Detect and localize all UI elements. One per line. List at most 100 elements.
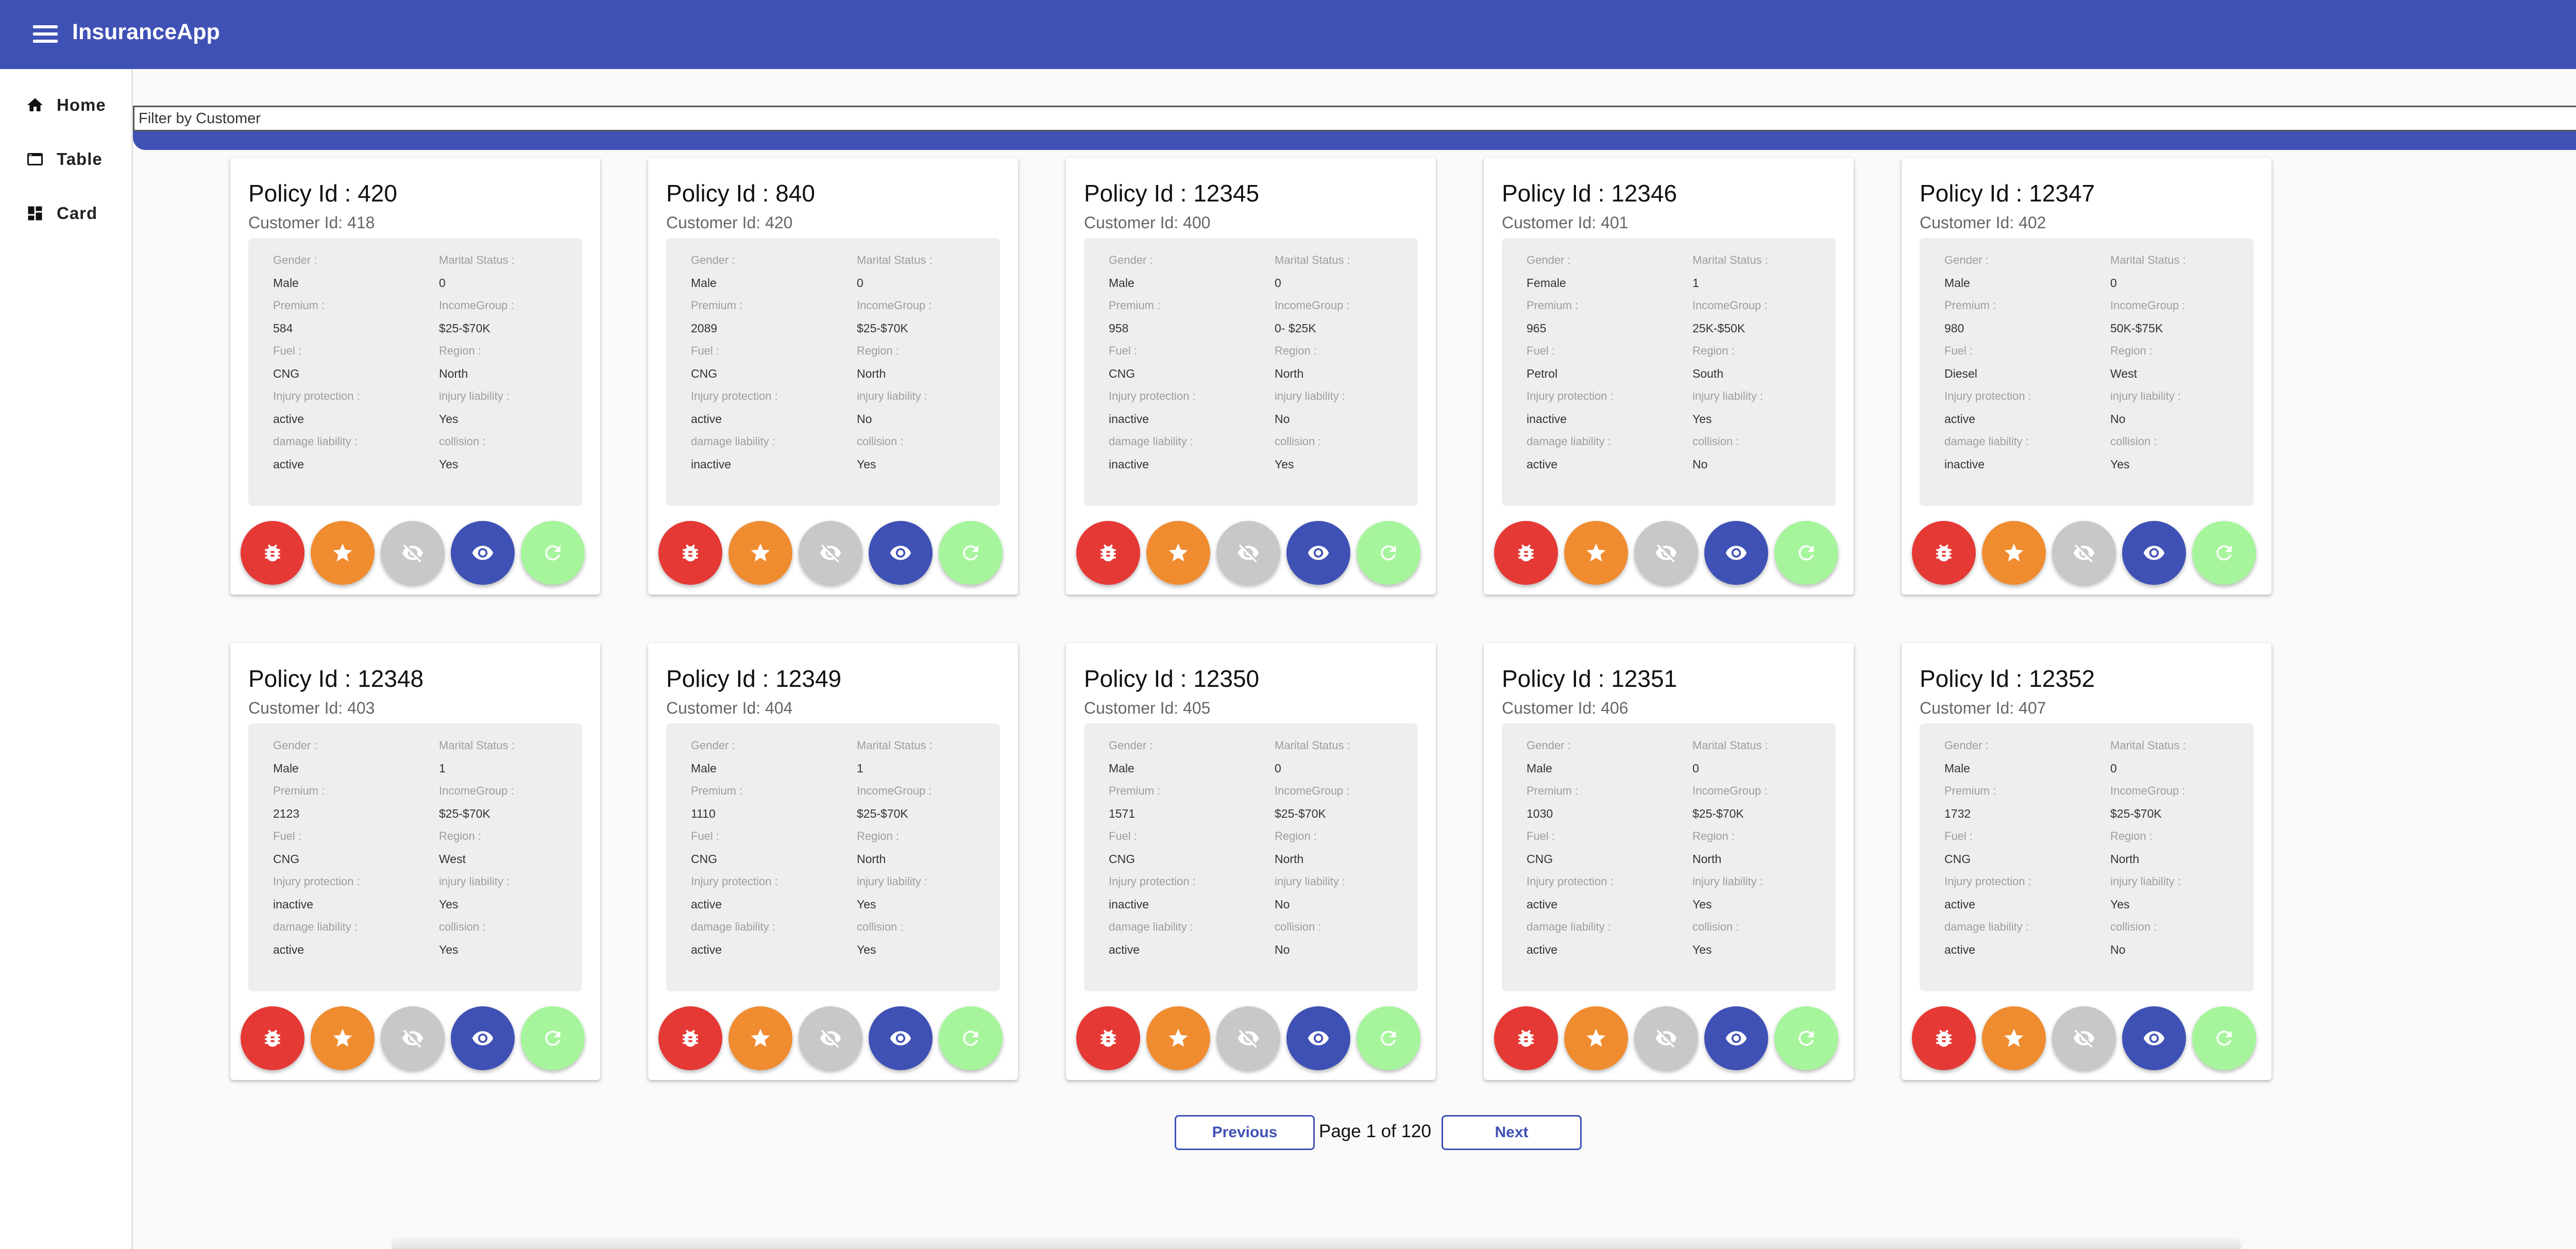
star-icon [2003,542,2025,564]
premium-label: Premium : [1527,784,1579,797]
policy-id: Policy Id : 12346 [1502,180,1677,207]
marital-value: 0 [2110,276,2117,290]
bug-button[interactable] [1912,1006,1976,1070]
refresh-icon [541,542,564,564]
eye-button[interactable] [869,521,933,585]
sidebar-item-table[interactable]: Table [26,144,103,175]
visibility-off-button[interactable] [1216,1006,1280,1070]
bug-button[interactable] [1494,1006,1558,1070]
eye-button[interactable] [451,521,515,585]
fuel-label: Fuel : [1527,344,1555,357]
region-value: North [857,367,886,380]
star-button[interactable] [1564,521,1628,585]
star-icon [749,542,772,564]
bug-icon [261,1027,284,1050]
region-label: Region : [1275,344,1317,357]
star-button[interactable] [1146,1006,1210,1070]
eye-button[interactable] [1704,1006,1768,1070]
visibility-off-button[interactable] [1634,521,1698,585]
refresh-button[interactable] [939,1006,1003,1070]
eye-icon [1307,1027,1330,1050]
eye-button[interactable] [869,1006,933,1070]
refresh-button[interactable] [1774,1006,1838,1070]
refresh-button[interactable] [1357,521,1420,585]
star-button[interactable] [1564,1006,1628,1070]
bug-button[interactable] [658,1006,722,1070]
refresh-button[interactable] [2192,521,2256,585]
visibility-off-button[interactable] [1216,521,1280,585]
refresh-button[interactable] [939,521,1003,585]
gender-value: Male [1527,762,1552,775]
eye-button[interactable] [1286,1006,1350,1070]
eye-button[interactable] [2122,1006,2186,1070]
policy-card: Policy Id : 12351 Customer Id: 406 Gender … [1484,643,1854,1080]
gender-label: Gender : [1109,254,1153,266]
visibility-off-button[interactable] [2052,521,2116,585]
region-value: West [439,852,466,866]
income-value: $25-$70K [857,322,908,335]
eye-button[interactable] [2122,521,2186,585]
bug-button[interactable] [1076,521,1140,585]
bug-button[interactable] [1076,1006,1140,1070]
gender-label: Gender : [273,739,317,752]
eye-button[interactable] [451,1006,515,1070]
sidebar-item-card[interactable]: Card [26,198,97,229]
income-value: $25-$70K [1275,807,1326,820]
policy-id: Policy Id : 840 [666,180,815,207]
collision-value: No [1275,943,1290,956]
income-label: IncomeGroup : [2110,299,2185,312]
policy-card: Policy Id : 12346 Customer Id: 401 Gender … [1484,158,1854,595]
refresh-button[interactable] [2192,1006,2256,1070]
premium-value: 2089 [691,322,718,335]
visibility-off-button[interactable] [799,1006,862,1070]
eye-button[interactable] [1704,521,1768,585]
star-button[interactable] [1146,521,1210,585]
refresh-button[interactable] [1357,1006,1420,1070]
fuel-value: CNG [1527,852,1553,866]
star-button[interactable] [1982,521,2046,585]
marital-value: 0 [439,276,446,290]
filter-bar [133,131,2576,150]
bug-button[interactable] [1912,521,1976,585]
fuel-value: CNG [691,852,718,866]
next-button[interactable]: Next [1442,1115,1582,1150]
gender-value: Male [1944,762,1970,775]
refresh-button[interactable] [1774,521,1838,585]
visibility-off-button[interactable] [381,521,445,585]
bug-button[interactable] [1494,521,1558,585]
star-button[interactable] [311,1006,375,1070]
injury-protection-value: active [691,412,722,426]
income-label: IncomeGroup : [2110,784,2185,797]
eye-button[interactable] [1286,521,1350,585]
eye-icon [2143,542,2165,564]
star-button[interactable] [311,521,375,585]
visibility-off-button[interactable] [1634,1006,1698,1070]
star-button[interactable] [728,521,792,585]
refresh-button[interactable] [521,521,585,585]
policy-id: Policy Id : 420 [248,180,397,207]
bug-button[interactable] [241,521,304,585]
fuel-label: Fuel : [1109,344,1138,357]
refresh-icon [541,1027,564,1050]
damage-liability-value: active [273,458,304,471]
policy-id: Policy Id : 12351 [1502,665,1677,692]
visibility-off-button[interactable] [381,1006,445,1070]
policy-details: Gender : Male Premium : 1732 Fuel : CNG Injury… [1920,723,2253,991]
bug-button[interactable] [241,1006,304,1070]
refresh-button[interactable] [521,1006,585,1070]
visibility-off-button[interactable] [2052,1006,2116,1070]
visibility-off-icon [819,542,842,564]
collision-label: collision : [857,435,904,448]
region-label: Region : [439,830,481,842]
previous-button[interactable]: Previous [1175,1115,1315,1150]
eye-icon [1307,542,1330,564]
star-button[interactable] [1982,1006,2046,1070]
sidebar-item-home[interactable]: Home [26,90,106,121]
star-button[interactable] [728,1006,792,1070]
visibility-off-button[interactable] [799,521,862,585]
bug-icon [1097,542,1120,564]
filter-customer-input[interactable] [133,106,2576,131]
gender-value: Male [273,762,299,775]
bug-button[interactable] [658,521,722,585]
menu-icon[interactable] [29,21,62,47]
